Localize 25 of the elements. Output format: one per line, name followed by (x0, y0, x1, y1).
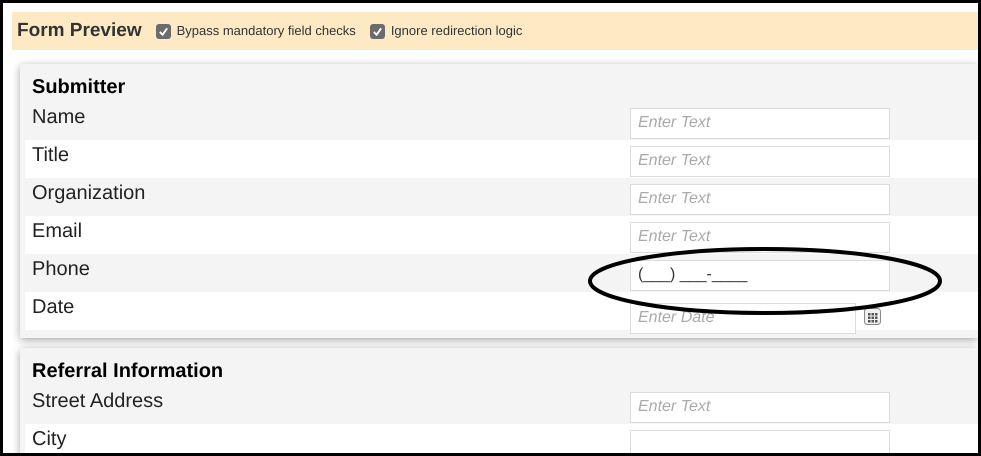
checkbox[interactable] (156, 24, 171, 38)
input-field[interactable] (630, 430, 890, 453)
input-field[interactable]: Enter Text (630, 184, 890, 214)
checkbox[interactable] (370, 24, 385, 38)
field-label: Date (31, 295, 76, 319)
field-label: Organization (31, 181, 146, 205)
calendar-icon[interactable] (864, 308, 881, 324)
field-label: Name (31, 105, 86, 129)
option-label: Bypass mandatory field checks (176, 22, 356, 40)
input-field[interactable]: Enter Text (630, 146, 890, 176)
checkmark-icon (372, 26, 383, 36)
field-label: Phone (31, 257, 91, 281)
input-field[interactable]: Enter Text (630, 392, 890, 422)
checkmark-icon (158, 26, 169, 36)
field-label: Email (31, 219, 84, 243)
section-title: Referral Information (32, 360, 224, 382)
input-field[interactable]: Enter Text (630, 222, 890, 252)
page-title: Form Preview (17, 18, 142, 43)
field-label: Title (31, 143, 70, 167)
input-field[interactable]: Enter Text (630, 108, 890, 138)
field-label: Street Address (31, 389, 164, 413)
option-label: Ignore redirection logic (390, 22, 522, 40)
input-field[interactable]: (___) ___-____ (630, 260, 890, 290)
field-label: City (31, 427, 68, 451)
section-title: Submitter (32, 76, 126, 98)
